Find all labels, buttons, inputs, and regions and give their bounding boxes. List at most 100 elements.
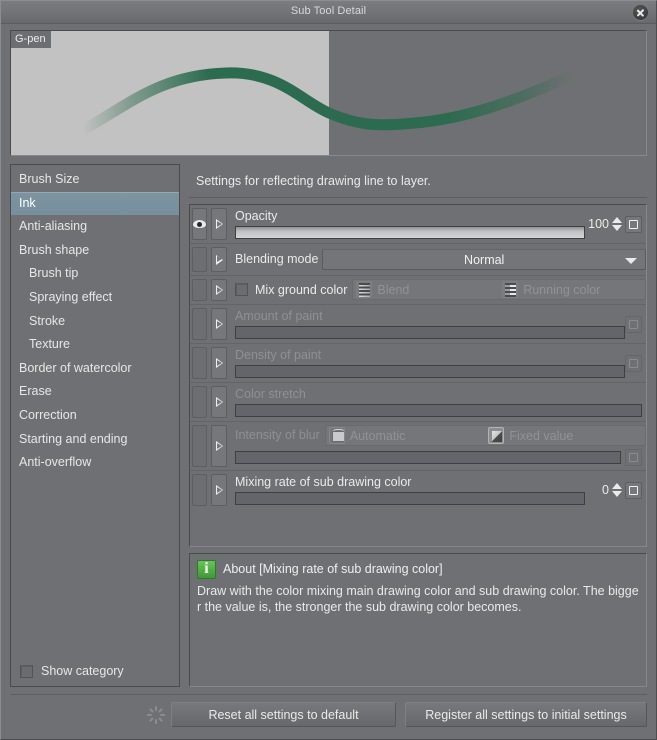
density-expand-cell bbox=[209, 344, 229, 382]
opacity-expand-button[interactable] bbox=[211, 208, 227, 240]
mix-expand-button[interactable] bbox=[211, 279, 227, 301]
loading-spinner-icon bbox=[147, 705, 165, 724]
triangle-right-icon bbox=[215, 441, 223, 451]
amount-of-paint-label: Amount of paint bbox=[235, 309, 323, 323]
sidebar-item-starting-and-ending[interactable]: Starting and ending bbox=[11, 428, 179, 452]
opacity-main: Opacity bbox=[229, 205, 585, 243]
segment-running-color-label: Running color bbox=[523, 282, 601, 297]
amount-expand-button[interactable] bbox=[211, 308, 227, 340]
setting-row-density-of-paint: Density of paint bbox=[190, 344, 646, 383]
segment-fixed-value: Fixed value bbox=[485, 427, 645, 444]
intensity-of-blur-slider bbox=[235, 451, 621, 464]
setting-row-opacity: Opacity 100 bbox=[190, 205, 646, 244]
opacity-visibility-toggle[interactable] bbox=[192, 208, 207, 240]
brush-preview[interactable]: G-pen bbox=[10, 30, 647, 156]
opacity-label: Opacity bbox=[235, 209, 278, 223]
opacity-slider-fill bbox=[236, 227, 584, 238]
mix-ground-color-checkbox[interactable] bbox=[235, 283, 248, 296]
density-square-indicator-icon bbox=[625, 354, 642, 372]
show-category-checkbox[interactable] bbox=[20, 664, 33, 678]
density-main: Density of paint bbox=[229, 344, 625, 382]
category-sidebar: Brush Size Ink Anti-aliasing Brush shape… bbox=[10, 164, 180, 687]
mixing-square-indicator-icon[interactable] bbox=[625, 481, 642, 499]
blending-expand-cell bbox=[209, 244, 229, 275]
blur-visibility-toggle[interactable] bbox=[192, 425, 207, 467]
blending-expand-button[interactable] bbox=[211, 247, 227, 272]
settings-description: Settings for reflecting drawing line to … bbox=[189, 164, 647, 198]
density-visibility-toggle[interactable] bbox=[192, 347, 207, 379]
amount-visibility-toggle[interactable] bbox=[192, 308, 207, 340]
register-all-settings-button[interactable]: Register all settings to initial setting… bbox=[405, 702, 647, 727]
sidebar-item-erase[interactable]: Erase bbox=[11, 380, 179, 404]
mixing-right-cell: 0 bbox=[585, 471, 646, 509]
fixed-value-icon bbox=[488, 427, 505, 444]
opacity-square-indicator-icon[interactable] bbox=[625, 215, 642, 233]
preview-stroke bbox=[77, 67, 579, 136]
triangle-right-icon bbox=[215, 358, 223, 368]
mixing-rate-slider[interactable] bbox=[235, 492, 585, 505]
reset-all-settings-button[interactable]: Reset all settings to default bbox=[171, 702, 396, 727]
setting-row-mixing-rate: Mixing rate of sub drawing color 0 bbox=[190, 471, 646, 509]
about-box: About [Mixing rate of sub drawing color]… bbox=[189, 553, 647, 687]
segment-blend-label: Blend bbox=[377, 282, 410, 297]
mix-ground-color-control: Mix ground color bbox=[229, 279, 347, 300]
sidebar-item-ink[interactable]: Ink bbox=[11, 191, 179, 216]
mixing-rate-value[interactable]: 0 bbox=[585, 483, 609, 497]
category-list: Brush Size Ink Anti-aliasing Brush shape… bbox=[11, 165, 179, 656]
setting-row-blending-mode: Blending mode Normal bbox=[190, 244, 646, 276]
close-icon[interactable] bbox=[633, 5, 648, 20]
sidebar-item-brush-size[interactable]: Brush Size bbox=[11, 168, 179, 192]
blur-toggle-cell bbox=[190, 422, 209, 470]
mix-ground-color-label: Mix ground color bbox=[255, 282, 348, 297]
sidebar-item-anti-overflow[interactable]: Anti-overflow bbox=[11, 451, 179, 475]
mixing-toggle-cell bbox=[190, 471, 209, 509]
mixing-rate-stepper[interactable] bbox=[612, 481, 622, 499]
stretch-expand-cell bbox=[209, 383, 229, 421]
blur-main: Intensity of blur Automatic Fixed value bbox=[229, 422, 646, 470]
density-of-paint-slider bbox=[235, 365, 625, 378]
mix-expand-cell bbox=[209, 276, 229, 304]
sidebar-item-brush-shape[interactable]: Brush shape bbox=[11, 239, 179, 263]
color-stretch-slider bbox=[235, 404, 642, 417]
mixing-visibility-toggle[interactable] bbox=[192, 474, 207, 506]
sidebar-item-spraying-effect[interactable]: Spraying effect bbox=[11, 286, 179, 310]
sidebar-item-stroke[interactable]: Stroke bbox=[11, 310, 179, 334]
settings-pane: Settings for reflecting drawing line to … bbox=[189, 164, 647, 687]
amount-main: Amount of paint bbox=[229, 305, 625, 343]
blur-square-indicator-icon bbox=[625, 449, 642, 466]
stretch-main: Color stretch bbox=[229, 383, 642, 421]
density-expand-button[interactable] bbox=[211, 347, 227, 379]
opacity-slider[interactable] bbox=[235, 226, 585, 239]
mixing-rate-label: Mixing rate of sub drawing color bbox=[235, 475, 412, 489]
sidebar-item-texture[interactable]: Texture bbox=[11, 333, 179, 357]
mixing-expand-button[interactable] bbox=[211, 474, 227, 506]
window-title: Sub Tool Detail bbox=[290, 5, 367, 17]
sidebar-item-correction[interactable]: Correction bbox=[11, 404, 179, 428]
sidebar-item-border-of-watercolor[interactable]: Border of watercolor bbox=[11, 357, 179, 381]
blend-gradient-icon bbox=[356, 281, 373, 298]
segment-automatic-label: Automatic bbox=[349, 428, 406, 443]
stretch-toggle-cell bbox=[190, 383, 209, 421]
stretch-expand-button[interactable] bbox=[211, 386, 227, 418]
opacity-stepper[interactable] bbox=[612, 215, 622, 233]
chevron-down-icon bbox=[625, 258, 637, 264]
amount-right-cell bbox=[625, 305, 646, 343]
sidebar-item-brush-tip[interactable]: Brush tip bbox=[11, 262, 179, 286]
setting-row-amount-of-paint: Amount of paint bbox=[190, 305, 646, 344]
segment-blend[interactable]: Blend bbox=[353, 281, 499, 298]
triangle-right-icon bbox=[215, 254, 223, 265]
intensity-of-blur-label: Intensity of blur bbox=[235, 428, 320, 442]
density-of-paint-label: Density of paint bbox=[235, 348, 322, 362]
blending-visibility-toggle[interactable] bbox=[192, 247, 207, 272]
blending-mode-select[interactable]: Normal bbox=[322, 249, 646, 270]
mix-ground-color-segments: Blend Running color bbox=[352, 279, 646, 300]
amount-of-paint-slider bbox=[235, 326, 625, 339]
blur-expand-button[interactable] bbox=[211, 425, 227, 467]
opacity-value[interactable]: 100 bbox=[585, 217, 609, 231]
stretch-visibility-toggle[interactable] bbox=[192, 386, 207, 418]
triangle-right-icon bbox=[215, 319, 223, 329]
sidebar-item-anti-aliasing[interactable]: Anti-aliasing bbox=[11, 215, 179, 239]
segment-running-color[interactable]: Running color bbox=[499, 281, 645, 298]
mix-visibility-toggle[interactable] bbox=[192, 279, 207, 301]
amount-expand-cell bbox=[209, 305, 229, 343]
